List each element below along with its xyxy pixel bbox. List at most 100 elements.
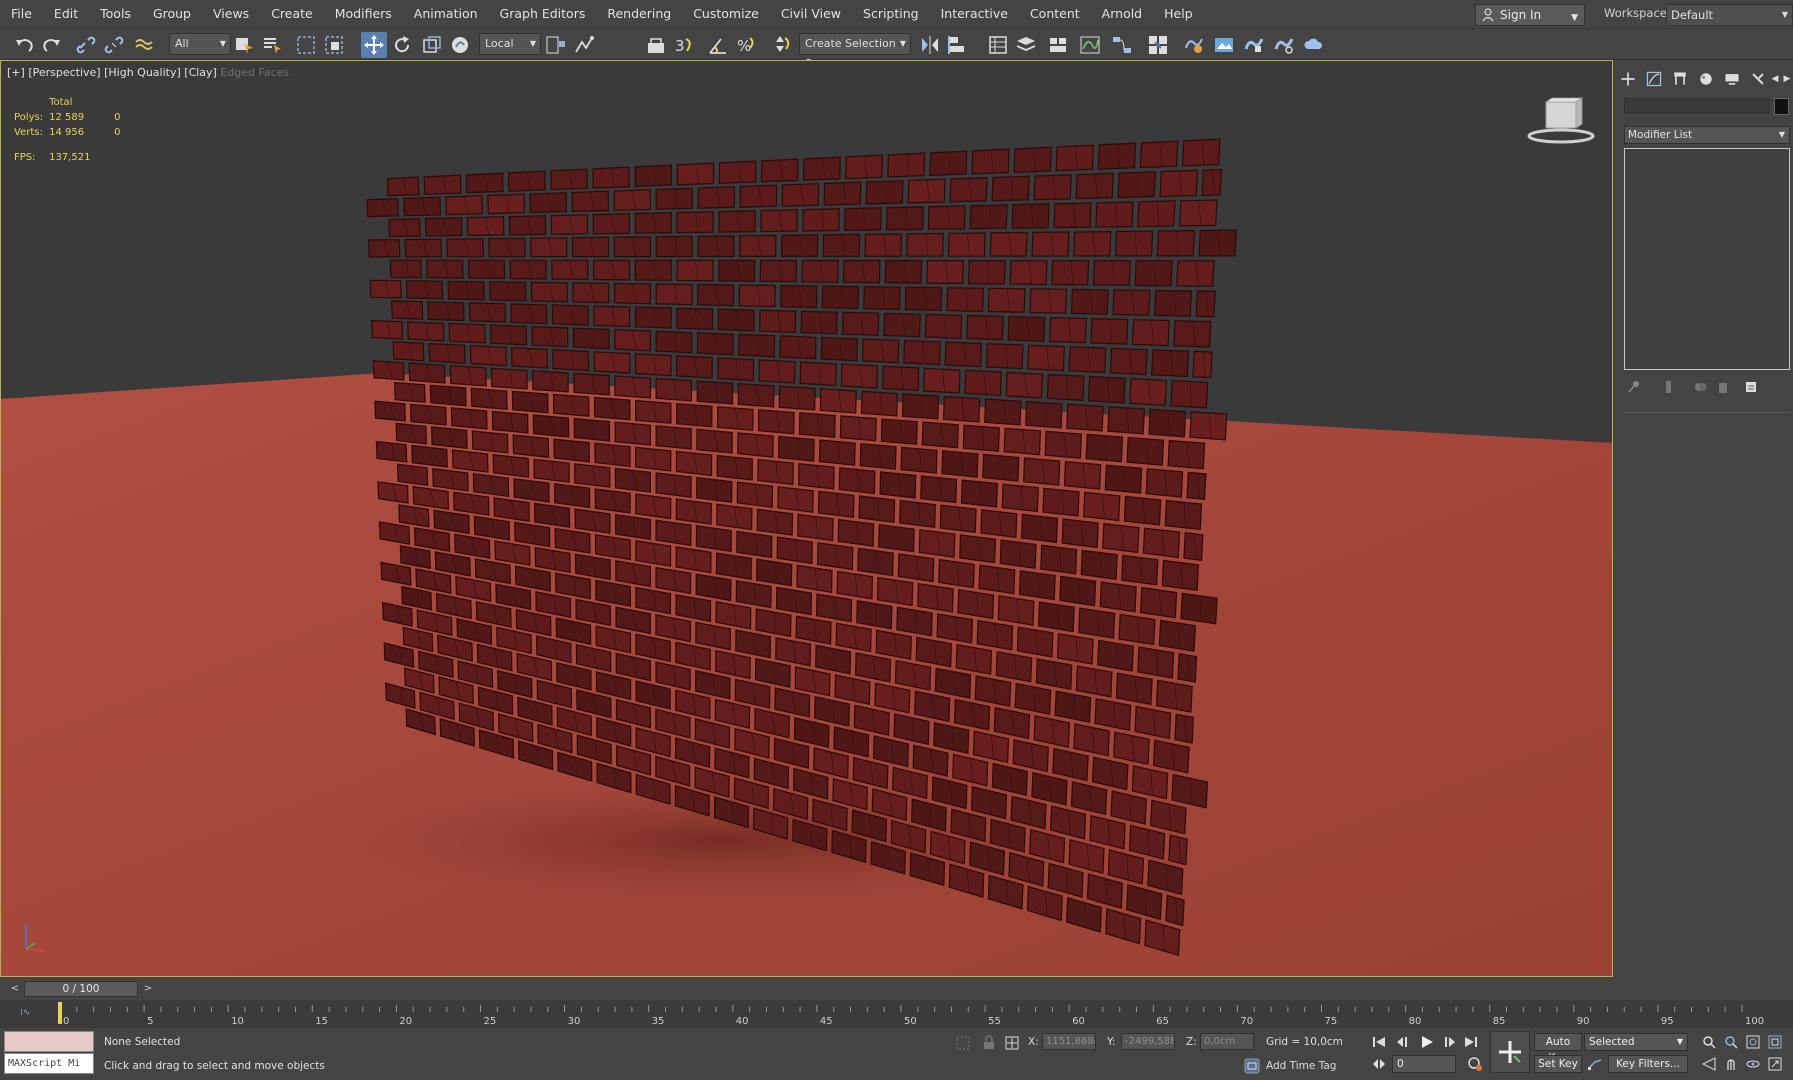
current-frame-marker[interactable] xyxy=(58,1002,62,1024)
add-time-tag[interactable]: Add Time Tag xyxy=(1266,1060,1336,1072)
undo-icon[interactable] xyxy=(11,32,37,58)
viewport-shading[interactable]: [Clay] xyxy=(184,66,217,79)
select-scale-icon[interactable] xyxy=(419,32,445,58)
time-configuration-icon[interactable] xyxy=(1466,1055,1484,1073)
viewport-edged-faces[interactable]: Edged Faces xyxy=(220,66,289,79)
pin-stack-icon[interactable] xyxy=(1626,380,1640,394)
time-tag-icon[interactable] xyxy=(1244,1058,1260,1074)
make-unique-icon[interactable] xyxy=(1694,380,1708,394)
menu-file[interactable]: File xyxy=(0,0,43,28)
time-slider-next-button[interactable]: > xyxy=(141,982,155,996)
maxscript-listener[interactable]: MAXScript Mi xyxy=(4,1031,94,1075)
render-icon[interactable] xyxy=(1241,32,1267,58)
select-manipulate-icon[interactable] xyxy=(571,32,597,58)
render-setup-icon[interactable] xyxy=(1181,32,1207,58)
selection-lock-icon[interactable] xyxy=(981,1035,997,1051)
curve-editor-mini-icon[interactable]: ⁞∿ xyxy=(20,1008,30,1018)
keyboard-shortcut-icon[interactable] xyxy=(643,32,669,58)
menu-scripting[interactable]: Scripting xyxy=(852,0,930,28)
menu-interactive[interactable]: Interactive xyxy=(930,0,1019,28)
default-in-out-tangents-icon[interactable] xyxy=(1586,1055,1604,1073)
snap-3d-icon[interactable]: 3 xyxy=(671,32,697,58)
zoom-icon[interactable] xyxy=(1700,1033,1718,1051)
modify-tab-icon[interactable] xyxy=(1643,68,1665,90)
viewport-label[interactable]: [+] [Perspective] [High Quality] [Clay] … xyxy=(7,66,289,79)
modifier-stack[interactable] xyxy=(1624,148,1790,370)
menu-create[interactable]: Create xyxy=(260,0,324,28)
play-icon[interactable] xyxy=(1418,1033,1436,1051)
viewport-pov[interactable]: [Perspective] xyxy=(28,66,100,79)
utilities-tab-icon[interactable] xyxy=(1747,68,1769,90)
key-filters-button[interactable]: Key Filters... xyxy=(1608,1055,1688,1073)
schematic-view-icon[interactable] xyxy=(1109,32,1135,58)
select-by-name-icon[interactable] xyxy=(259,32,285,58)
render-cloud-icon[interactable] xyxy=(1301,32,1327,58)
isolate-selection-icon[interactable] xyxy=(955,1035,971,1051)
menu-tools[interactable]: Tools xyxy=(89,0,142,28)
render-iterative-icon[interactable] xyxy=(1271,32,1297,58)
maxscript-input[interactable]: MAXScript Mi xyxy=(4,1053,94,1074)
panel-scroll-right-icon[interactable]: ▶ xyxy=(1781,68,1793,90)
configure-modifier-sets-icon[interactable] xyxy=(1744,380,1758,394)
next-frame-icon[interactable] xyxy=(1440,1033,1458,1051)
menu-views[interactable]: Views xyxy=(202,0,260,28)
selection-set-dropdown[interactable]: Selected ▼ xyxy=(1584,1033,1688,1051)
maximize-viewport-icon[interactable] xyxy=(1766,1055,1784,1073)
motion-tab-icon[interactable] xyxy=(1695,68,1717,90)
set-keys-button[interactable] xyxy=(1490,1031,1530,1073)
render-frame-icon[interactable] xyxy=(1211,32,1237,58)
zoom-extents-icon[interactable] xyxy=(1744,1033,1762,1051)
viewport-perspective[interactable]: [+] [Perspective] [High Quality] [Clay] … xyxy=(0,60,1613,977)
menu-edit[interactable]: Edit xyxy=(43,0,89,28)
named-selection-dropdown[interactable]: Create Selection Se▼ xyxy=(799,33,911,70)
auto-key-button[interactable]: Auto Key xyxy=(1534,1033,1582,1064)
viewcube-icon[interactable] xyxy=(1526,96,1596,146)
window-crossing-icon[interactable] xyxy=(321,32,347,58)
time-slider-thumb[interactable]: 0 / 100 xyxy=(24,981,138,997)
go-to-end-icon[interactable] xyxy=(1462,1033,1480,1051)
zoom-extents-all-icon[interactable] xyxy=(1766,1033,1784,1051)
y-coord-field[interactable]: -2499,588c xyxy=(1121,1033,1175,1050)
select-move-icon[interactable] xyxy=(361,32,387,58)
scene-explorer-icon[interactable] xyxy=(985,32,1011,58)
viewport-menu-plus[interactable]: [+] xyxy=(7,66,25,79)
workspace-select[interactable]: Default ▼ xyxy=(1666,4,1793,26)
panel-scroll-left-icon[interactable]: ◀ xyxy=(1769,68,1781,90)
reference-coordinate-dropdown[interactable]: Local ▼ xyxy=(479,33,541,55)
orbit-icon[interactable] xyxy=(1744,1055,1762,1073)
zoom-all-icon[interactable] xyxy=(1722,1033,1740,1051)
key-mode-toggle-icon[interactable] xyxy=(1370,1055,1388,1073)
z-coord-field[interactable]: 0,0cm xyxy=(1200,1033,1254,1050)
bind-space-warp-icon[interactable] xyxy=(131,32,157,58)
mirror-icon[interactable] xyxy=(917,32,943,58)
menu-animation[interactable]: Animation xyxy=(403,0,489,28)
current-frame-field[interactable]: 0 xyxy=(1392,1055,1456,1073)
viewport-scene[interactable] xyxy=(1,61,1613,977)
angle-snap-icon[interactable] xyxy=(705,32,731,58)
show-end-result-icon[interactable] xyxy=(1662,380,1676,394)
select-rotate-icon[interactable] xyxy=(389,32,415,58)
percent-snap-icon[interactable]: % xyxy=(733,32,759,58)
object-name-field[interactable] xyxy=(1624,98,1770,114)
track-bar-ruler[interactable]: 0 5 10 15 20 25 30 35 40 45 50 55 60 65 70 75 80 85 90 95 10… xyxy=(0,1000,1793,1028)
menu-group[interactable]: Group xyxy=(142,0,202,28)
ribbon-icon[interactable] xyxy=(1045,32,1071,58)
menu-help[interactable]: Help xyxy=(1153,0,1204,28)
previous-frame-icon[interactable] xyxy=(1394,1033,1412,1051)
remove-modifier-icon[interactable] xyxy=(1716,380,1730,394)
menu-civil-view[interactable]: Civil View xyxy=(770,0,852,28)
selection-filter-dropdown[interactable]: All ▼ xyxy=(169,33,231,55)
menu-arnold[interactable]: Arnold xyxy=(1091,0,1153,28)
menu-customize[interactable]: Customize xyxy=(682,0,770,28)
align-icon[interactable] xyxy=(945,32,971,58)
modifier-list-dropdown[interactable]: Modifier List ▼ xyxy=(1624,126,1790,144)
rect-selection-icon[interactable] xyxy=(293,32,319,58)
spinner-snap-icon[interactable] xyxy=(769,32,795,58)
display-tab-icon[interactable] xyxy=(1721,68,1743,90)
menu-graph-editors[interactable]: Graph Editors xyxy=(489,0,597,28)
sign-in-dropdown[interactable]: Sign In ▼ xyxy=(1475,4,1585,26)
link-icon[interactable] xyxy=(73,32,99,58)
go-to-start-icon[interactable] xyxy=(1370,1033,1388,1051)
material-editor-icon[interactable] xyxy=(1145,32,1171,58)
unlink-icon[interactable] xyxy=(101,32,127,58)
